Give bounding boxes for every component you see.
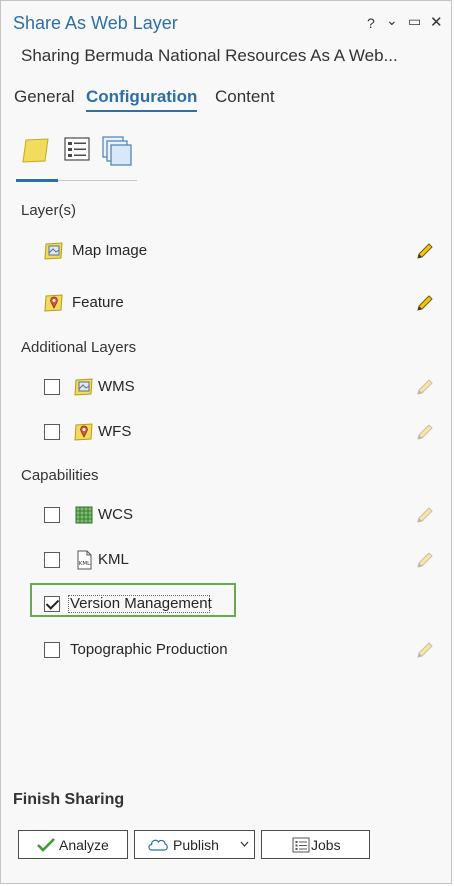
kml-checkbox[interactable] [44, 552, 60, 568]
jobs-list-icon [292, 837, 310, 853]
layers-icon [22, 138, 49, 163]
capability-label: KML [98, 551, 129, 568]
additional-layer-label: WMS [98, 378, 135, 395]
additional-row-wms: WMS [1, 376, 451, 402]
publish-button[interactable]: Publish [134, 830, 255, 859]
additional-row-wfs: WFS [1, 421, 451, 447]
restore-button[interactable]: ▭ [408, 13, 421, 30]
publish-label: Publish [173, 837, 219, 853]
pane-titlebar: Share As Web Layer ? ⌄ ▭ ✕ [1, 1, 451, 45]
checkmark-icon [37, 838, 55, 852]
section-capabilities-heading: Capabilities [21, 467, 99, 484]
chevron-down-icon[interactable] [240, 841, 249, 847]
edit-disabled-pencil-icon [417, 507, 433, 523]
raster-grid-icon [75, 506, 93, 524]
edit-disabled-pencil-icon [417, 552, 433, 568]
subtab-layer-properties[interactable] [62, 134, 98, 172]
kml-file-icon: KML [77, 550, 92, 570]
capability-row-kml: KML KML [1, 549, 451, 575]
layer-label: Map Image [72, 242, 148, 259]
wfs-checkbox[interactable] [44, 424, 60, 440]
edit-layer-properties-pencil-icon[interactable] [415, 293, 435, 313]
finish-sharing-heading: Finish Sharing [13, 791, 125, 808]
close-button[interactable]: ✕ [430, 13, 443, 31]
layer-row-feature: Feature [1, 292, 451, 318]
cloud-icon [148, 839, 168, 851]
capability-row-wcs: WCS [1, 504, 451, 530]
tab-content[interactable]: Content [215, 87, 275, 107]
jobs-label: Jobs [311, 837, 341, 853]
wms-checkbox[interactable] [44, 379, 60, 395]
subtab-layers[interactable] [20, 134, 56, 172]
pane-menu-button[interactable]: ⌄ [386, 12, 398, 29]
edit-disabled-pencil-icon [417, 424, 433, 440]
feature-layer-icon [74, 423, 93, 441]
pane-title: Share As Web Layer [13, 13, 178, 33]
help-button[interactable]: ? [367, 15, 375, 31]
section-layers-heading: Layer(s) [21, 202, 77, 219]
jobs-button[interactable]: Jobs [261, 830, 370, 859]
feature-layer-icon [44, 294, 63, 312]
capability-label: Topographic Production [70, 641, 228, 658]
additional-layer-label: WFS [98, 423, 132, 440]
section-additional-layers-heading: Additional Layers [21, 339, 137, 356]
capability-label: Version Management [70, 595, 212, 612]
capability-row-topographic-production: Topographic Production [1, 639, 451, 665]
topographic-production-checkbox[interactable] [44, 642, 60, 658]
list-properties-icon [64, 137, 90, 161]
tab-general[interactable]: General [14, 87, 74, 107]
layer-row-map-image: Map Image [1, 240, 451, 266]
active-subtab-indicator [16, 179, 58, 182]
subtab-pages[interactable] [100, 134, 136, 172]
svg-text:KML: KML [79, 561, 91, 567]
edit-disabled-pencil-icon [417, 642, 433, 658]
analyze-label: Analyze [59, 837, 109, 853]
capability-label: WCS [98, 506, 133, 523]
map-image-icon [74, 378, 93, 396]
wcs-checkbox[interactable] [44, 507, 60, 523]
analyze-button[interactable]: Analyze [18, 830, 128, 859]
stacked-pages-icon [102, 136, 132, 166]
tab-configuration[interactable]: Configuration [86, 87, 198, 112]
layer-label: Feature [72, 294, 124, 311]
capability-row-version-management: Version Management [1, 593, 451, 619]
edit-disabled-pencil-icon [417, 379, 433, 395]
edit-layer-properties-pencil-icon[interactable] [415, 241, 435, 261]
version-management-checkbox[interactable] [44, 596, 60, 612]
share-as-web-layer-pane: Share As Web Layer ? ⌄ ▭ ✕ Sharing Bermu… [0, 0, 452, 884]
map-image-icon [44, 242, 63, 260]
configuration-subtabs [16, 134, 137, 182]
sharing-subtitle: Sharing Bermuda National Resources As A … [21, 46, 398, 65]
